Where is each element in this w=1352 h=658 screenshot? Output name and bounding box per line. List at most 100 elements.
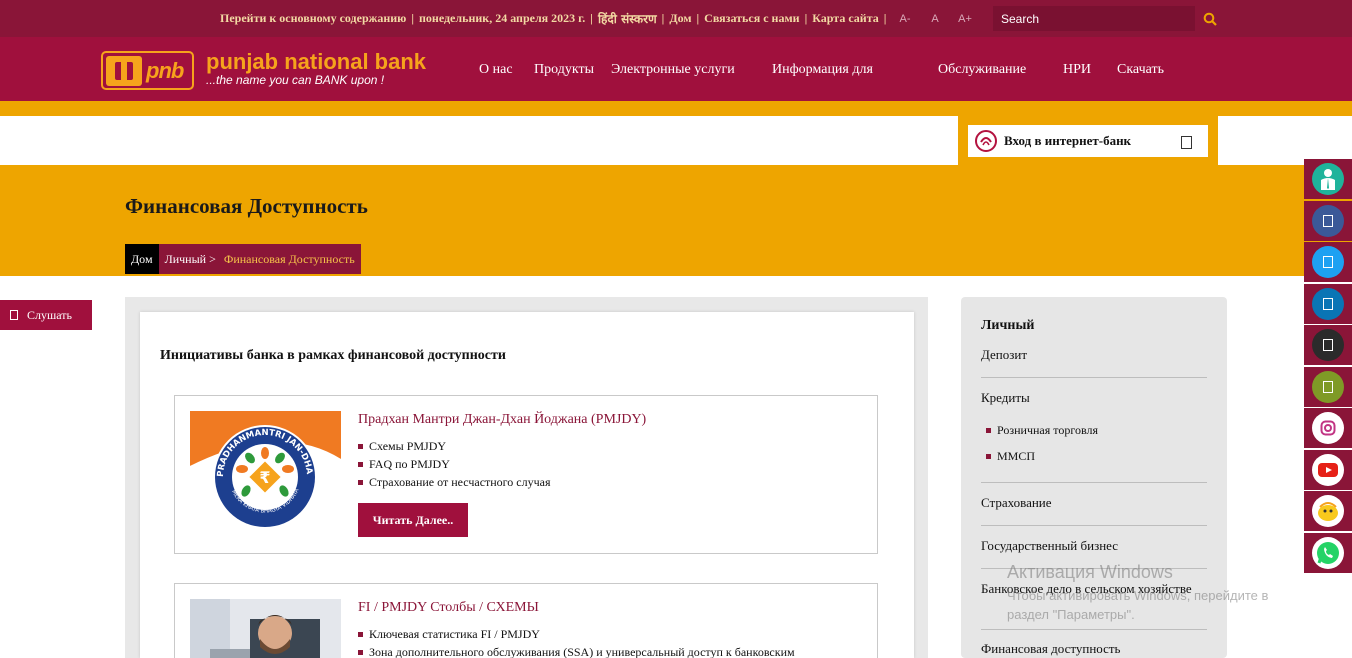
logo-text: pnb: [146, 57, 184, 83]
breadcrumb-current: Финансовая Доступность: [223, 251, 355, 266]
read-more-button[interactable]: Читать Далее..: [358, 503, 468, 537]
facebook-button[interactable]: [1304, 200, 1352, 241]
feed-icon: [1312, 370, 1344, 403]
windows-activation-watermark: Активация Windows Чтобы активировать Win…: [1007, 562, 1268, 624]
blog-icon: [1312, 329, 1344, 361]
page-title-band: Финансовая Доступность Дом Личный > Фина…: [0, 165, 1352, 276]
nav-service[interactable]: Обслуживание: [938, 62, 1026, 78]
brand-block: punjab national bank ...the name you can…: [206, 49, 426, 87]
sidebar-item-financial-inclusion[interactable]: Финансовая доступность: [981, 641, 1207, 657]
header-gold-strip: [0, 101, 1352, 116]
pmjdy-card: PRADHANMANTRI JAN-DHAN YOJANA MERA KHATA…: [174, 395, 878, 554]
sidebar-title: Личный: [981, 318, 1035, 333]
login-panel: Вход в интернет-банк: [958, 116, 1218, 165]
account-button[interactable]: [1304, 159, 1352, 199]
watermark-line-3: раздел "Параметры".: [1007, 607, 1135, 622]
fi-pillars-card: FI / PMJDY Столбы / СХЕМЫ Ключевая стати…: [174, 583, 878, 658]
hindi-version-link[interactable]: हिंदी संस्करण: [598, 10, 657, 27]
youtube-icon: [1312, 453, 1344, 486]
whatsapp-icon: [1312, 536, 1344, 569]
content-area: Инициативы банка в рамках финансовой дос…: [125, 297, 928, 658]
feed-button[interactable]: [1304, 366, 1352, 407]
current-date: понедельник, 24 апреля 2023 г.: [418, 11, 586, 25]
breadcrumb-home[interactable]: Дом: [125, 244, 159, 274]
nav-download[interactable]: Скачать: [1117, 62, 1164, 78]
pnb-logo[interactable]: pnb: [101, 51, 194, 90]
nav-about[interactable]: О нас: [479, 62, 513, 78]
login-label: Вход в интернет-банк: [1004, 133, 1132, 148]
blog-button[interactable]: [1304, 325, 1352, 365]
page-title: Финансовая Доступность: [125, 194, 368, 218]
search-icon: [1203, 12, 1217, 26]
nav-information-for[interactable]: Информация для: [772, 62, 873, 78]
fi-pillars-card-title[interactable]: FI / PMJDY Столбы / СХЕМЫ: [358, 600, 539, 616]
chatbot-button[interactable]: [1304, 491, 1352, 531]
nav-nri[interactable]: НРИ: [1063, 62, 1091, 78]
sitemap-link[interactable]: Карта сайта: [812, 11, 879, 26]
contact-link[interactable]: Связаться с нами: [704, 11, 799, 26]
fi-key-statistics-link[interactable]: Ключевая статистика FI / PMJDY: [358, 625, 795, 643]
sidebar-divider: [981, 629, 1207, 630]
sidebar-subitem-msme[interactable]: ММСП: [986, 449, 1035, 464]
nav-eservices[interactable]: Электронные услуги: [611, 62, 735, 78]
search-button[interactable]: [1195, 6, 1225, 31]
bank-tagline: ...the name you can BANK upon !: [206, 73, 385, 87]
instagram-button[interactable]: [1304, 408, 1352, 448]
internet-banking-login-button[interactable]: Вход в интернет-банк: [968, 125, 1208, 157]
font-increase-button[interactable]: A+: [953, 9, 977, 29]
watermark-line-2: Чтобы активировать Windows, перейдите в: [1007, 588, 1269, 603]
fi-pillars-card-links: Ключевая статистика FI / PMJDY Зона допо…: [358, 625, 795, 658]
instagram-icon: [1312, 412, 1344, 444]
speaker-icon: [10, 310, 18, 320]
sidebar-divider: [981, 377, 1207, 378]
fi-pillars-image: [190, 599, 341, 658]
font-size-controls: A- A A+: [893, 9, 977, 29]
pmjdy-faq-link[interactable]: FAQ по PMJDY: [358, 455, 551, 473]
pmjdy-schemes-link[interactable]: Схемы PMJDY: [358, 437, 551, 455]
facebook-icon: [1312, 204, 1344, 237]
section-heading: Инициативы банка в рамках финансовой дос…: [160, 348, 506, 363]
pmjdy-card-links: Схемы PMJDY FAQ по PMJDY Страхование от …: [358, 437, 551, 491]
bank-name: punjab national bank: [206, 49, 427, 74]
sidebar-item-insurance[interactable]: Страхование: [981, 495, 1207, 511]
youtube-button[interactable]: [1304, 449, 1352, 490]
login-arrow-icon: [1181, 136, 1192, 149]
linkedin-icon: [1312, 287, 1344, 320]
accident-insurance-link[interactable]: Страхование от несчастного случая: [358, 473, 551, 491]
main-header: pnb punjab national bank ...the name you…: [0, 37, 1352, 101]
utility-bar: Перейти к основному содержанию | понедель…: [0, 0, 1352, 37]
twitter-icon: [1312, 246, 1344, 278]
search-box: [993, 6, 1225, 31]
breadcrumb-trail: Личный > Финансовая Доступность: [158, 244, 361, 274]
sidebar-item-deposit[interactable]: Депозит: [981, 347, 1207, 363]
nav-products[interactable]: Продукты: [534, 62, 594, 78]
breadcrumb-personal[interactable]: Личный >: [165, 252, 216, 267]
linkedin-button[interactable]: [1304, 283, 1352, 324]
skip-to-content-link[interactable]: Перейти к основному содержанию: [220, 11, 406, 26]
sidebar-divider: [981, 482, 1207, 483]
listen-button[interactable]: Слушать: [0, 300, 92, 330]
search-input[interactable]: [993, 6, 1193, 31]
pmjdy-logo-image: PRADHANMANTRI JAN-DHAN YOJANA MERA KHATA…: [190, 411, 341, 532]
ssa-universal-access-link[interactable]: Зона дополнительного обслуживания (SSA) …: [358, 643, 795, 658]
breadcrumb: Дом Личный > Финансовая Доступность: [125, 244, 361, 274]
sidebar-item-government-business[interactable]: Государственный бизнес: [981, 538, 1207, 554]
home-link[interactable]: Дом: [669, 11, 691, 26]
pmjdy-card-title[interactable]: Прадхан Мантри Джан-Дхан Йоджана (PMJDY): [358, 412, 646, 428]
font-decrease-button[interactable]: A-: [893, 9, 917, 29]
sidebar-item-loans[interactable]: Кредиты: [981, 390, 1207, 406]
sidebar-divider: [981, 525, 1207, 526]
rupee-icon: ₹: [259, 468, 270, 487]
font-normal-button[interactable]: A: [923, 9, 947, 29]
social-sidebar: [1304, 159, 1352, 574]
listen-label: Слушать: [27, 307, 72, 322]
utility-links: Перейти к основному содержанию | понедель…: [220, 10, 887, 27]
twitter-button[interactable]: [1304, 242, 1352, 282]
whatsapp-button[interactable]: [1304, 532, 1352, 573]
account-icon: [1312, 163, 1344, 195]
sidebar-subitem-retail[interactable]: Розничная торговля: [986, 423, 1098, 438]
logo-emblem-icon: [106, 55, 142, 86]
fingerprint-icon: [975, 130, 997, 152]
chatbot-icon: [1312, 495, 1344, 527]
watermark-title: Активация Windows: [1007, 562, 1173, 582]
